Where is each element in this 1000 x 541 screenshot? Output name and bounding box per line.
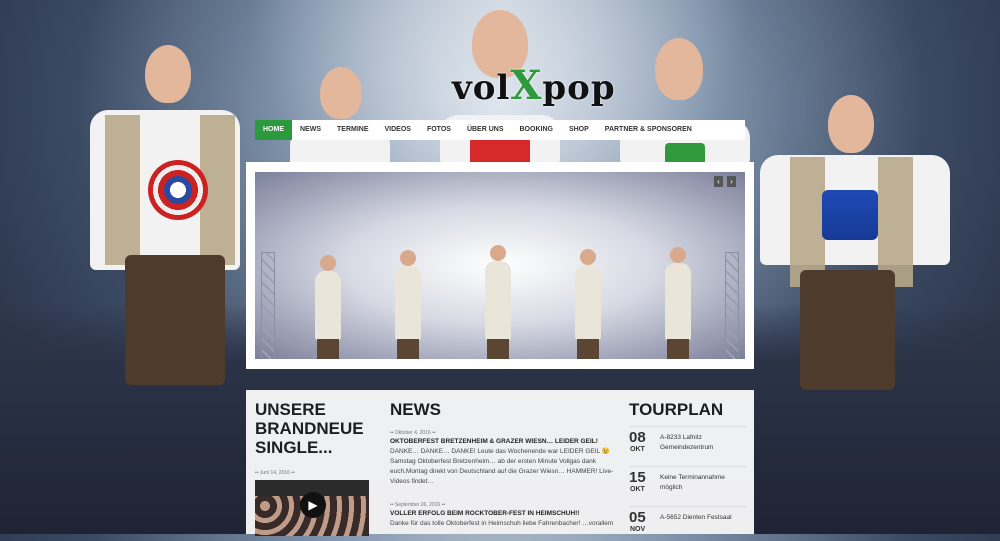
slider-image <box>255 172 745 359</box>
content-panel: UNSERE BRANDNEUE SINGLE... •• Juni 14, 2… <box>246 390 754 536</box>
tour-location: A-5652 Dienten Festsaal <box>660 514 732 521</box>
tourplan-title: TOURPLAN <box>629 400 724 419</box>
logo-text-pop: pop <box>542 68 616 108</box>
musician-accordion <box>485 245 511 359</box>
nav-item-partner-sponsoren[interactable]: PARTNER & SPONSOREN <box>597 120 700 140</box>
news-excerpt: Danke für das tolle Oktoberfest in Heims… <box>390 520 614 527</box>
tour-day: 05 <box>629 509 646 526</box>
slider-next-button[interactable]: › <box>727 176 736 187</box>
nav-item-termine[interactable]: TERMINE <box>329 120 377 140</box>
stage-truss-left <box>261 252 275 359</box>
news-excerpt: DANKE… DANKE… DANKE! Leute das Wochenend… <box>390 448 614 485</box>
band-member-left <box>70 40 250 534</box>
nav-item-booking[interactable]: BOOKING <box>512 120 561 140</box>
news-item: •• Oktober 4, 2016 •• OKTOBERFEST BRETZE… <box>390 430 620 487</box>
band-member-right <box>760 95 950 534</box>
play-icon[interactable]: ▶ <box>300 492 326 518</box>
nav-item-news[interactable]: NEWS <box>292 120 329 140</box>
news-date: •• September 26, 2016 •• <box>390 502 446 508</box>
band-member-second <box>290 62 390 167</box>
tour-month: NOV <box>630 526 646 533</box>
tour-day: 15 <box>629 469 646 486</box>
musician-trumpet <box>315 255 341 359</box>
news-item: •• September 26, 2016 •• VOLLER ERFOLG B… <box>390 502 620 529</box>
news-headline-link[interactable]: VOLLER ERFOLG BEIM ROCKTOBER-FEST IN HEI… <box>390 510 620 517</box>
tour-month: OKT <box>630 446 645 453</box>
news-headline-link[interactable]: OKTOBERFEST BRETZENHEIM & GRAZER WIESN… … <box>390 438 620 445</box>
musician-dancer <box>395 250 421 359</box>
superman-emblem-icon <box>822 190 878 240</box>
tour-date-item[interactable]: 08 OKT A-8233 Lafnitz Gemeindezentrum <box>629 426 747 461</box>
nav-item-videos[interactable]: VIDEOS <box>377 120 419 140</box>
nav-item-ueber-uns[interactable]: ÜBER UNS <box>459 120 512 140</box>
captain-shield-icon <box>148 160 208 220</box>
musician-guitar <box>575 249 601 359</box>
tour-date-item[interactable]: 05 NOV A-5652 Dienten Festsaal <box>629 506 747 541</box>
tour-date-item[interactable]: 15 OKT Keine Terminannahme möglich <box>629 466 747 501</box>
news-date: •• Oktober 4, 2016 •• <box>390 430 436 436</box>
band-member-fourth <box>620 35 750 165</box>
hero-slider[interactable] <box>246 162 754 369</box>
tour-month: OKT <box>630 486 645 493</box>
musician-tuba <box>665 247 691 359</box>
tour-location: Keine Terminannahme möglich <box>660 474 725 491</box>
single-title: UNSERE BRANDNEUE SINGLE... <box>255 400 364 457</box>
slider-prev-button[interactable]: ‹ <box>714 176 723 187</box>
logo-text-x: X <box>510 62 543 109</box>
tour-location: A-8233 Lafnitz Gemeindezentrum <box>660 434 714 451</box>
main-navigation: HOME NEWS TERMINE VIDEOS FOTOS ÜBER UNS … <box>255 120 745 140</box>
logo-text-vol: vol <box>452 68 511 108</box>
nav-item-home[interactable]: HOME <box>255 120 292 140</box>
stage-truss-right <box>725 252 739 359</box>
single-video-thumbnail[interactable]: ▶ <box>255 480 369 536</box>
single-date: •• Juni 14, 2016 •• <box>255 470 295 476</box>
tour-day: 08 <box>629 429 646 446</box>
volxpop-logo[interactable]: volXpop <box>452 62 615 109</box>
news-title: NEWS <box>390 400 441 419</box>
nav-item-fotos[interactable]: FOTOS <box>419 120 459 140</box>
nav-item-shop[interactable]: SHOP <box>561 120 597 140</box>
